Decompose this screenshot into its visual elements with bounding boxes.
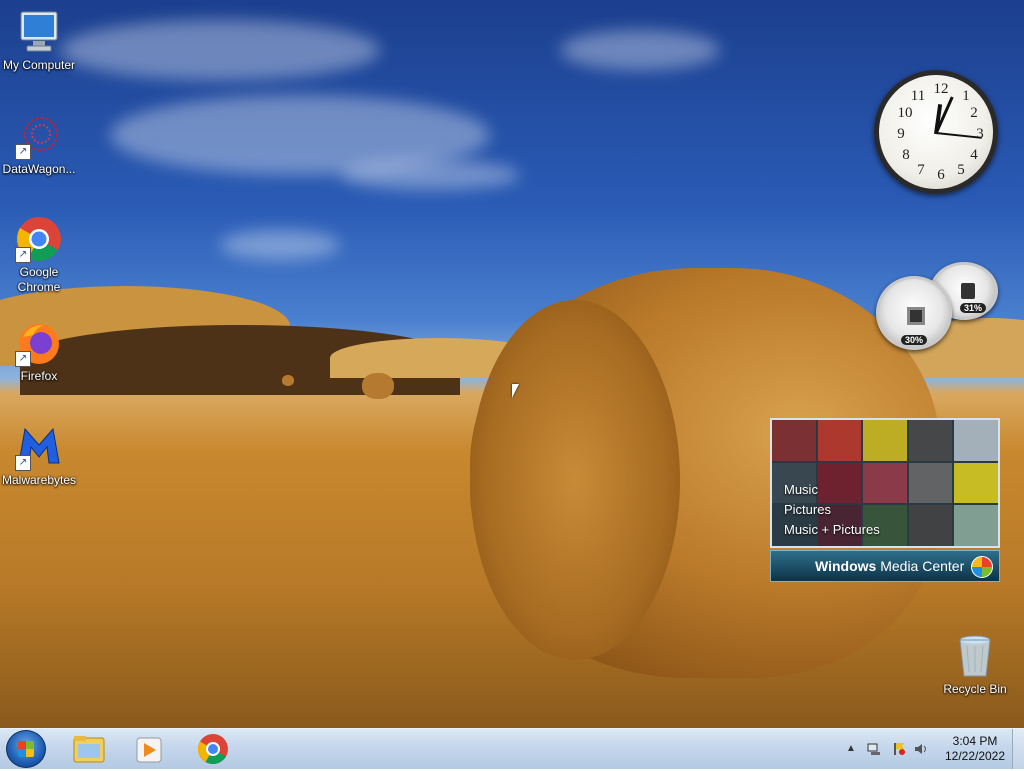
cpu-chip-icon (907, 307, 925, 325)
memory-chip-icon (961, 283, 975, 299)
show-hidden-icons-icon[interactable]: ▲ (846, 743, 860, 757)
media-menu-pictures[interactable]: Pictures (784, 500, 880, 520)
desktop-icon-label: Google Chrome (17, 265, 61, 294)
chrome-icon: ↗ (15, 215, 63, 263)
taskbar: ▲ 3:04 PM 12/22/2022 (0, 728, 1024, 769)
mouse-cursor-icon (512, 384, 519, 398)
taskbar-chrome[interactable] (188, 732, 238, 766)
clock-numeral: 3 (976, 126, 984, 142)
desktop-icon-label: Firefox (20, 369, 58, 383)
desktop-icon-malwarebytes[interactable]: ↗ Malwarebytes (0, 423, 78, 488)
file-explorer-icon (73, 736, 105, 763)
media-center-gadget[interactable]: Music Pictures Music + Pictures Windows … (770, 418, 1000, 582)
shortcut-arrow-icon: ↗ (15, 247, 31, 263)
desktop-icon-datawagon[interactable]: ↗ DataWagon... (0, 112, 78, 177)
media-center-brand-bold: Windows (815, 558, 877, 574)
recycle-bin-icon (951, 632, 999, 680)
media-center-launch-bar[interactable]: Windows Media Center (770, 550, 1000, 582)
clock-numeral: 7 (917, 162, 925, 178)
clock-numeral: 6 (937, 167, 945, 183)
taskbar-clock[interactable]: 3:04 PM 12/22/2022 (940, 734, 1010, 764)
action-center-icon[interactable] (892, 742, 906, 756)
datawagon-icon: ↗ (15, 112, 63, 160)
desktop-icon-firefox[interactable]: ↗ Firefox (0, 319, 78, 384)
shortcut-arrow-icon: ↗ (15, 144, 31, 160)
network-icon[interactable] (867, 742, 881, 756)
desktop-icon-label: Malwarebytes (1, 473, 77, 487)
clock-numeral: 8 (902, 147, 910, 163)
windows-flag-icon (18, 741, 34, 757)
cpu-meter-gadget[interactable]: 30% (876, 276, 952, 350)
windows-logo-icon (971, 556, 993, 578)
desktop-icon-label: My Computer (2, 58, 76, 72)
media-center-brand-light: Media Center (880, 558, 965, 574)
cpu-usage-label: 30% (900, 335, 928, 345)
show-desktop-button[interactable] (1012, 729, 1024, 769)
media-player-icon (136, 737, 162, 763)
clock-numeral: 10 (897, 105, 913, 121)
desktop-icon-recycle-bin[interactable]: Recycle Bin (936, 632, 1014, 697)
taskbar-time: 3:04 PM (952, 734, 998, 748)
desktop-icon-label: DataWagon... (2, 162, 76, 176)
taskbar-media-player[interactable] (124, 732, 174, 766)
firefox-icon: ↗ (15, 319, 63, 367)
memory-usage-label: 31% (959, 303, 987, 313)
desktop-wallpaper (0, 0, 1024, 728)
taskbar-file-explorer[interactable] (64, 732, 114, 766)
media-menu-music[interactable]: Music (784, 480, 880, 500)
clock-numeral: 5 (957, 162, 965, 178)
chrome-icon (197, 734, 228, 765)
shortcut-arrow-icon: ↗ (15, 455, 31, 471)
desktop-icon-my-computer[interactable]: My Computer (0, 8, 78, 73)
volume-icon[interactable] (914, 742, 928, 756)
malwarebytes-icon: ↗ (15, 423, 63, 471)
clock-numeral: 2 (970, 105, 978, 121)
shortcut-arrow-icon: ↗ (15, 351, 31, 367)
clock-gadget[interactable]: 12 1 2 3 4 5 6 7 8 9 10 11 (874, 70, 998, 194)
taskbar-date: 12/22/2022 (944, 749, 1006, 763)
media-menu-music-pictures[interactable]: Music + Pictures (784, 520, 880, 540)
clock-numeral: 12 (933, 81, 949, 97)
clock-numeral: 9 (897, 126, 905, 142)
clock-numeral: 1 (962, 88, 970, 104)
desktop-icon-google-chrome[interactable]: ↗ Google Chrome (0, 215, 78, 295)
start-button[interactable] (6, 730, 46, 768)
desktop-icon-label: Recycle Bin (943, 682, 1007, 696)
clock-numeral: 11 (910, 88, 926, 104)
media-center-menu: Music Pictures Music + Pictures (784, 480, 880, 540)
computer-icon (15, 8, 63, 56)
